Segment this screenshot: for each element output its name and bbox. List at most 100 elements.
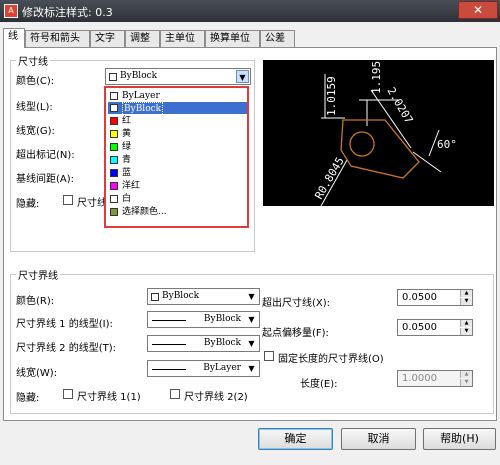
dropdown-item-label: 青 bbox=[122, 155, 132, 165]
tab-tolerances[interactable]: 公差 bbox=[260, 30, 295, 48]
dropdown-item-green[interactable]: 绿 bbox=[108, 141, 247, 153]
spin-down-icon[interactable]: ▼ bbox=[460, 379, 472, 386]
dim-extend-label: 超出标记(N): bbox=[16, 150, 75, 161]
help-button[interactable]: 帮助(H) bbox=[423, 428, 496, 450]
ext-offset-value: 0.0500 bbox=[402, 322, 437, 333]
suppress-dim-line-checkbox[interactable] bbox=[63, 195, 73, 205]
dropdown-item-white[interactable]: 白 bbox=[108, 193, 247, 205]
chevron-down-icon[interactable]: ▼ bbox=[236, 70, 249, 83]
window-title: 修改标注样式: 0.3 bbox=[22, 6, 113, 19]
fixed-length-label: 固定长度的尺寸界线(O) bbox=[278, 354, 384, 365]
tab-panel: 尺寸线 颜色(C): ByBlock ▼ 线型(L): 线宽(G): 超出标记(… bbox=[3, 47, 497, 421]
color-swatch bbox=[110, 156, 118, 164]
tab-primary-units[interactable]: 主单位 bbox=[160, 30, 205, 48]
dropdown-item-label: 红 bbox=[122, 116, 132, 126]
color-swatch bbox=[110, 92, 118, 100]
dropdown-item-label: ByLayer bbox=[122, 91, 160, 101]
ext-color-swatch bbox=[151, 293, 159, 301]
dropdown-item-magenta[interactable]: 洋红 bbox=[108, 180, 247, 192]
suppress-ext1-label: 尺寸界线 1(1) bbox=[77, 392, 141, 403]
ext-color-combo[interactable]: ByBlock ▼ bbox=[147, 288, 260, 305]
ext-extend-label: 超出尺寸线(X): bbox=[262, 298, 331, 309]
chevron-down-icon[interactable]: ▼ bbox=[245, 313, 258, 326]
ext1-linetype-combo[interactable]: ByBlock ▼ bbox=[147, 311, 260, 328]
ext2-linetype-sample bbox=[152, 344, 186, 345]
color-swatch bbox=[110, 195, 118, 203]
preview-dim-1: 1.0159 bbox=[325, 76, 338, 116]
ext1-linetype-value: ByBlock bbox=[203, 314, 241, 324]
dim-baseline-label: 基线间距(A): bbox=[16, 174, 75, 185]
dim-color-combo[interactable]: ByBlock ▼ bbox=[105, 68, 251, 85]
tab-text[interactable]: 文字 bbox=[90, 30, 125, 48]
dropdown-item-label: 白 bbox=[122, 194, 132, 204]
ext2-linetype-combo[interactable]: ByBlock ▼ bbox=[147, 335, 260, 352]
chevron-down-icon[interactable]: ▼ bbox=[245, 337, 258, 350]
suppress-ext1-checkbox[interactable] bbox=[63, 389, 73, 399]
chevron-down-icon[interactable]: ▼ bbox=[245, 362, 258, 375]
cancel-button[interactable]: 取消 bbox=[341, 428, 416, 450]
ok-button[interactable]: 确定 bbox=[258, 428, 333, 450]
ext2-linetype-value: ByBlock bbox=[203, 338, 241, 348]
spin-up-icon[interactable]: ▲ bbox=[460, 371, 472, 378]
ext-lineweight-value: ByLayer bbox=[203, 363, 241, 373]
dropdown-item-label: 黄 bbox=[122, 129, 132, 139]
ext-extend-value: 0.0500 bbox=[402, 292, 437, 303]
ext-lineweight-label: 线宽(W): bbox=[16, 368, 58, 379]
ext-offset-label: 起点偏移量(F): bbox=[262, 328, 329, 339]
dim-color-value: ByBlock bbox=[120, 71, 158, 81]
tab-symbols-arrows[interactable]: 符号和箭头 bbox=[25, 30, 90, 48]
color-dropdown-list[interactable]: ByLayer ByBlock 红 黄 绿 青 蓝 洋红 白 选择颜色... bbox=[104, 86, 249, 228]
dim-lineweight-label: 线宽(G): bbox=[16, 126, 55, 137]
ext-offset-spinner[interactable]: 0.0500 ▲ ▼ bbox=[397, 319, 473, 336]
spin-up-icon[interactable]: ▲ bbox=[460, 290, 472, 297]
dim-linetype-label: 线型(L): bbox=[16, 102, 53, 113]
ext-color-value: ByBlock bbox=[162, 291, 200, 301]
ext-lineweight-sample bbox=[152, 369, 186, 370]
preview-dim-4: 60° bbox=[437, 138, 457, 151]
tab-lines[interactable]: 线 bbox=[3, 28, 25, 48]
tab-fit[interactable]: 调整 bbox=[125, 30, 160, 48]
dim-color-label: 颜色(C): bbox=[16, 76, 55, 87]
dropdown-item-select-color[interactable]: 选择颜色... bbox=[108, 206, 247, 218]
dropdown-item-label: 蓝 bbox=[122, 168, 132, 178]
tab-alternate-units[interactable]: 换算单位 bbox=[205, 30, 260, 48]
spin-down-icon[interactable]: ▼ bbox=[460, 328, 472, 335]
ext1-linetype-label: 尺寸界线 1 的线型(I): bbox=[16, 319, 113, 330]
preview-pane: 1.0159 1.1955 2.0207 60° R0.8045 bbox=[263, 60, 494, 206]
dimension-lines-group-label: 尺寸线 bbox=[16, 53, 50, 68]
preview-dim-5: R0.8045 bbox=[312, 155, 346, 202]
preview-dim-2: 1.1955 bbox=[370, 60, 383, 94]
color-swatch bbox=[110, 117, 118, 125]
dropdown-item-bylayer[interactable]: ByLayer bbox=[108, 90, 247, 102]
spin-up-icon[interactable]: ▲ bbox=[460, 320, 472, 327]
color-swatch bbox=[110, 143, 118, 151]
dropdown-item-blue[interactable]: 蓝 bbox=[108, 167, 247, 179]
spin-down-icon[interactable]: ▼ bbox=[460, 298, 472, 305]
color-swatch bbox=[110, 169, 118, 177]
fixed-length-checkbox[interactable] bbox=[264, 351, 274, 361]
dropdown-item-label: 选择颜色... bbox=[122, 207, 167, 217]
length-value: 1.0000 bbox=[402, 373, 437, 384]
dim-color-swatch bbox=[109, 73, 117, 81]
length-label: 长度(E): bbox=[300, 379, 338, 390]
extension-lines-group-label: 尺寸界线 bbox=[16, 267, 60, 282]
dropdown-item-cyan[interactable]: 青 bbox=[108, 154, 247, 166]
suppress-ext2-checkbox[interactable] bbox=[170, 389, 180, 399]
length-spinner[interactable]: 1.0000 ▲ ▼ bbox=[397, 370, 473, 387]
preview-dim-3: 2.0207 bbox=[384, 85, 415, 126]
dropdown-item-red[interactable]: 红 bbox=[108, 115, 247, 127]
color-swatch bbox=[110, 130, 118, 138]
ext1-linetype-sample bbox=[152, 320, 186, 321]
close-button[interactable]: ✕ bbox=[458, 1, 498, 19]
ext-color-label: 颜色(R): bbox=[16, 296, 55, 307]
app-icon: A bbox=[4, 4, 18, 18]
dropdown-item-label: 绿 bbox=[122, 142, 132, 152]
dropdown-item-label: 洋红 bbox=[122, 181, 141, 191]
dropdown-item-byblock[interactable]: ByBlock bbox=[108, 102, 247, 116]
ext-extend-spinner[interactable]: 0.0500 ▲ ▼ bbox=[397, 289, 473, 306]
title-bar: A 修改标注样式: 0.3 ✕ bbox=[0, 0, 500, 22]
dim-suppress-label: 隐藏: bbox=[16, 199, 40, 210]
ext-lineweight-combo[interactable]: ByLayer ▼ bbox=[147, 360, 260, 377]
dropdown-item-yellow[interactable]: 黄 bbox=[108, 128, 247, 140]
chevron-down-icon[interactable]: ▼ bbox=[245, 290, 258, 303]
